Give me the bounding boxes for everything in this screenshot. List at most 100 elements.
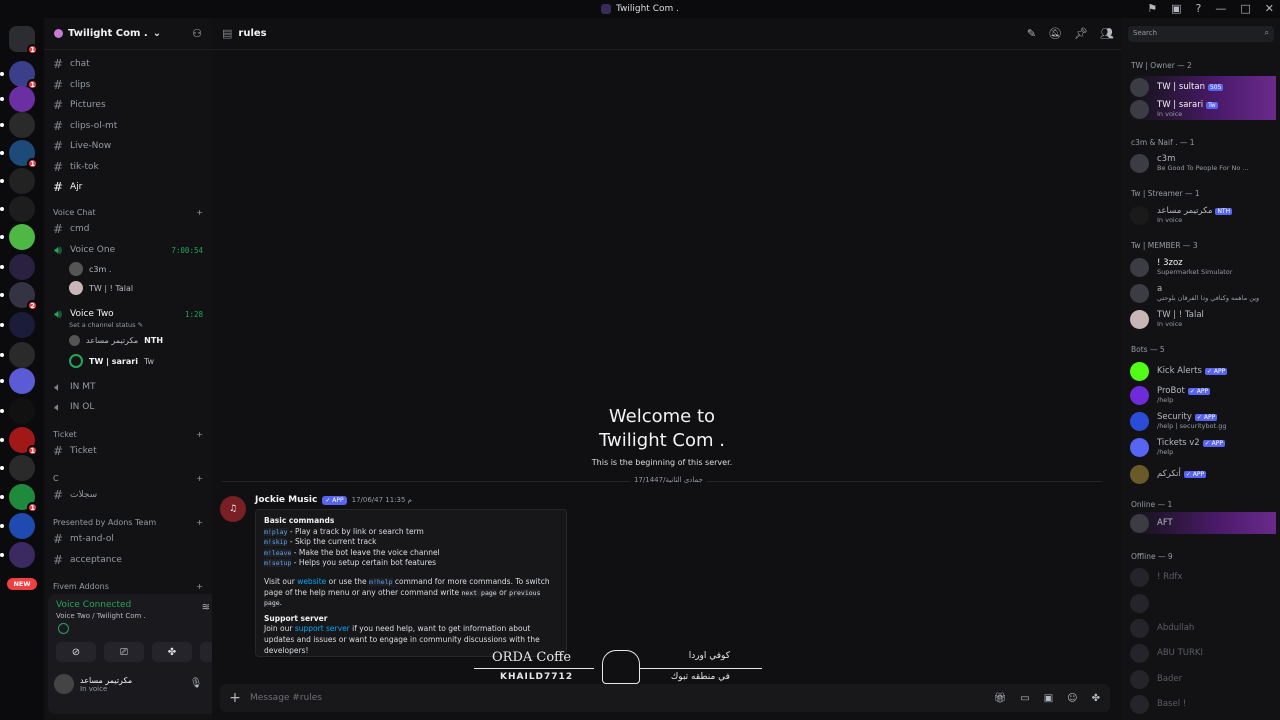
channel-live-now[interactable]: # Live-Now (53, 137, 203, 155)
channel-mt-and-ol[interactable]: # mt-and-ol (53, 530, 203, 548)
member-item[interactable]: TW | sarari Tw In voice (1130, 98, 1276, 120)
member-item[interactable]: c3m Be Good To People For No ... (1130, 152, 1276, 174)
category-ticket[interactable]: Ticket + (53, 430, 203, 439)
apps-icon[interactable]: ✤ (1092, 693, 1100, 704)
member-item[interactable]: ABU TURKI (1130, 642, 1276, 664)
noise-suppression-icon[interactable]: ≋ (202, 602, 210, 613)
server-icon[interactable] (9, 86, 35, 112)
member-list-icon[interactable]: 👥︎ (1100, 27, 1114, 40)
minimize-button[interactable]: — (1215, 2, 1226, 15)
maximize-button[interactable]: □ (1240, 2, 1250, 15)
website-link[interactable]: website (297, 577, 326, 586)
member-item[interactable]: TW | sultan 505 (1130, 76, 1276, 98)
category-adons[interactable]: Presented by Adons Team + (53, 518, 203, 527)
channel-logs[interactable]: # سجلات (53, 486, 203, 504)
server-icon[interactable]: 1 (9, 26, 38, 55)
add-user-icon[interactable]: ⚇ (192, 27, 202, 40)
server-icon[interactable] (9, 542, 35, 568)
member-item[interactable]: Abdullah (1130, 617, 1276, 639)
support-server-link[interactable]: support server (295, 624, 350, 633)
member-item[interactable]: أتكركم ✓ APP (1130, 463, 1276, 485)
member-item[interactable]: AFT (1130, 512, 1276, 534)
search-input[interactable]: Search ⌕ (1128, 26, 1274, 42)
voice-user[interactable]: TW | ! Talal (69, 281, 133, 295)
plus-icon[interactable]: + (196, 582, 203, 590)
channel-acceptance[interactable]: # acceptance (53, 551, 203, 569)
server-icon[interactable]: 1 (9, 484, 38, 513)
server-icon[interactable]: 2 (9, 282, 38, 311)
voice-channel-in-mt[interactable]: 🔈︎ IN MT (53, 378, 203, 396)
close-button[interactable]: ✕ (1265, 2, 1274, 15)
channel-chat[interactable]: # chat (53, 55, 203, 73)
message-input[interactable]: Message #rules (250, 693, 322, 703)
current-user[interactable]: مكرتيمر مساعد In voice (54, 674, 132, 694)
gif-icon[interactable]: ▭ (1020, 693, 1029, 704)
microphone-icon[interactable]: 🎙︎ (190, 678, 203, 689)
server-icon[interactable]: 1 (9, 140, 38, 169)
plus-icon[interactable]: + (196, 474, 203, 483)
inbox-icon[interactable]: ⚑ (1147, 2, 1157, 15)
server-icon[interactable] (9, 312, 35, 338)
guild-header[interactable]: Twilight Com . ⌄ ⚇ (44, 18, 212, 50)
server-icon[interactable] (9, 254, 35, 280)
channel-pictures[interactable]: # Pictures (53, 96, 203, 114)
message-author[interactable]: Jockie Music (255, 495, 317, 505)
member-item[interactable]: Tickets v2 ✓ APP/help (1130, 436, 1276, 458)
member-item[interactable]: ! Rdfx (1130, 566, 1276, 588)
plus-icon[interactable]: + (196, 430, 203, 439)
channel-tik-tok[interactable]: # tik-tok (53, 158, 203, 176)
member-item[interactable]: a وين ماهمه وكنافي ودا الفرقان بلوحتي (1130, 282, 1276, 304)
category-fivem[interactable]: Fivem Addons + (53, 582, 203, 590)
member-item[interactable]: TW | ! Talal In voice (1130, 308, 1276, 330)
channel-ajr[interactable]: # Ajr (53, 178, 203, 196)
voice-user[interactable]: TW | sarari Tw (69, 354, 154, 368)
member-item[interactable] (1130, 592, 1276, 614)
channel-clips[interactable]: # clips (53, 76, 203, 94)
server-icon[interactable] (9, 112, 35, 138)
notification-bell-icon[interactable]: 🔕︎ (1048, 27, 1062, 40)
category-voice-chat[interactable]: Voice Chat + (53, 208, 203, 217)
server-icon[interactable] (9, 398, 35, 424)
pin-icon[interactable]: 📌︎ (1074, 27, 1088, 40)
voice-user[interactable]: مكرتيمر مساعد NTH (69, 335, 163, 346)
message-composer[interactable]: + Message #rules 🎁︎ ▭ ▣ ☺ ✤ (220, 684, 1110, 712)
channel-ticket[interactable]: # Ticket (53, 442, 203, 460)
member-item[interactable]: ! 3zoz Supermarket Simulator (1130, 256, 1276, 278)
help-icon[interactable]: ? (1196, 2, 1202, 15)
member-item[interactable]: Security ✓ APP/help | securitybot.gg (1130, 410, 1276, 432)
activities-button[interactable]: ✤ (152, 642, 192, 662)
channel-clips-ol-mt[interactable]: # clips-ol-mt (53, 117, 203, 135)
member-item[interactable]: ProBot ✓ APP/help (1130, 384, 1276, 406)
gift-icon[interactable]: 🎁︎ (994, 693, 1007, 704)
server-icon[interactable] (9, 168, 35, 194)
add-attachment-icon[interactable]: + (220, 690, 250, 706)
voice-channel-in-ol[interactable]: 🔈︎ IN OL (53, 398, 203, 416)
video-off-button[interactable]: ⊘ (56, 642, 96, 662)
voice-channel-one[interactable]: 🔊︎ Voice One 7:00:54 (53, 241, 203, 259)
member-item[interactable]: مكرتيمر مساعد NTH In voice (1130, 204, 1276, 226)
server-icon[interactable]: 1 (9, 427, 38, 456)
member-item[interactable]: Bader (1130, 668, 1276, 690)
sticker-icon[interactable]: ▣ (1044, 693, 1053, 704)
voice-user[interactable]: c3m . (69, 262, 111, 276)
screen-icon[interactable]: ▣ (1171, 2, 1181, 15)
channel-cmd[interactable]: # cmd (53, 220, 203, 238)
plus-icon[interactable]: + (196, 518, 203, 527)
server-icon[interactable] (9, 513, 35, 539)
server-icon[interactable] (9, 455, 35, 481)
server-icon[interactable]: 1 (9, 61, 38, 90)
member-item[interactable]: Basel ! (1130, 693, 1276, 715)
category-c[interactable]: C + (53, 474, 203, 483)
member-item[interactable]: Kick Alerts ✓ APP (1130, 360, 1276, 382)
threads-icon[interactable]: ✎ (1027, 27, 1036, 40)
screen-share-button[interactable]: ⎚ (104, 642, 144, 662)
server-icon[interactable] (9, 196, 35, 222)
server-icon[interactable] (9, 224, 35, 250)
server-icon[interactable] (9, 368, 35, 394)
channel-status[interactable]: Set a channel status ✎ (69, 321, 143, 329)
plus-icon[interactable]: + (196, 208, 203, 217)
emoji-icon[interactable]: ☺ (1067, 693, 1077, 704)
bot-avatar[interactable]: ♫ (220, 496, 246, 522)
voice-connected-channel[interactable]: Voice Two / Twilight Com . (56, 612, 146, 620)
server-icon[interactable] (9, 342, 35, 368)
